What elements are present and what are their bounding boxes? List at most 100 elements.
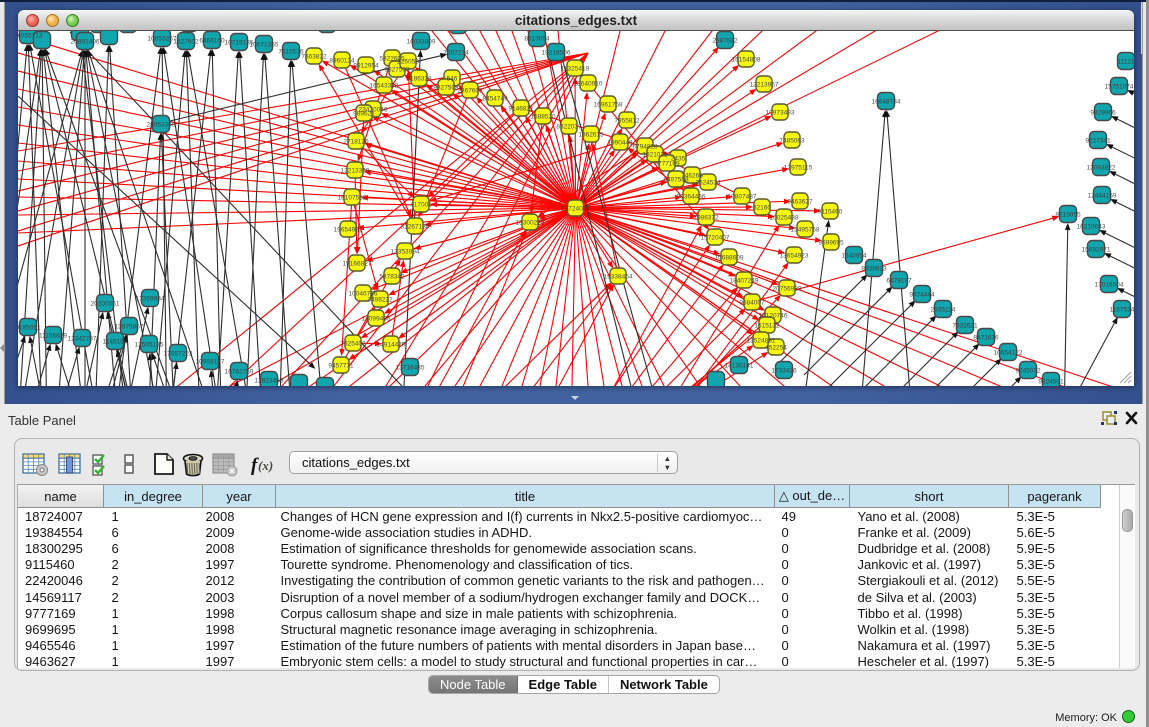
svg-text:19654982: 19654982 bbox=[334, 227, 363, 234]
svg-text:9457771: 9457771 bbox=[328, 363, 354, 370]
svg-text:8322037: 8322037 bbox=[556, 124, 582, 131]
svg-text:226058: 226058 bbox=[397, 59, 419, 66]
svg-text:9827503: 9827503 bbox=[384, 67, 410, 74]
svg-text:15300273: 15300273 bbox=[516, 220, 545, 227]
svg-text:16543382: 16543382 bbox=[370, 83, 399, 90]
svg-text:8471676: 8471676 bbox=[973, 335, 999, 342]
svg-text:10958177: 10958177 bbox=[196, 359, 225, 366]
svg-text:17957223: 17957223 bbox=[164, 351, 193, 358]
svg-text:9227341: 9227341 bbox=[1085, 138, 1111, 145]
svg-text:8813054: 8813054 bbox=[524, 36, 550, 43]
svg-text:1145194: 1145194 bbox=[103, 339, 128, 346]
svg-text:19338454: 19338454 bbox=[604, 274, 633, 281]
svg-text:9777169: 9777169 bbox=[654, 161, 680, 168]
svg-text:10671355: 10671355 bbox=[250, 42, 279, 49]
svg-text:9146821: 9146821 bbox=[508, 106, 534, 113]
svg-text:7955812: 7955812 bbox=[614, 118, 640, 125]
svg-text:9463627: 9463627 bbox=[787, 199, 813, 206]
svg-text:2935114: 2935114 bbox=[931, 307, 956, 314]
svg-text:18107552: 18107552 bbox=[338, 195, 367, 202]
svg-text:9115460: 9115460 bbox=[818, 209, 843, 216]
svg-text:9699695: 9699695 bbox=[818, 240, 844, 247]
svg-text:10688609: 10688609 bbox=[715, 255, 744, 262]
svg-text:13524851: 13524851 bbox=[747, 338, 776, 345]
svg-text:9474444: 9474444 bbox=[909, 292, 935, 299]
svg-text:12444159: 12444159 bbox=[1088, 193, 1117, 200]
svg-text:18724007: 18724007 bbox=[561, 206, 590, 213]
svg-text:9185051: 9185051 bbox=[18, 325, 41, 332]
svg-text:8960124: 8960124 bbox=[329, 58, 355, 65]
svg-text:9245032: 9245032 bbox=[1015, 368, 1041, 375]
svg-text:1362615: 1362615 bbox=[578, 132, 604, 139]
svg-text:1588520: 1588520 bbox=[530, 114, 556, 121]
svg-text:(x): (x) bbox=[258, 458, 273, 473]
svg-text:12342737: 12342737 bbox=[68, 336, 97, 343]
svg-text:18640910: 18640910 bbox=[574, 81, 603, 88]
svg-text:10973493: 10973493 bbox=[766, 110, 795, 117]
svg-text:15751074: 15751074 bbox=[1105, 84, 1134, 91]
svg-text:12093822: 12093822 bbox=[1087, 165, 1116, 172]
svg-text:9329966: 9329966 bbox=[1090, 110, 1116, 117]
svg-text:16210643: 16210643 bbox=[1077, 224, 1106, 231]
svg-text:452254: 452254 bbox=[765, 345, 787, 352]
svg-text:8938923: 8938923 bbox=[861, 266, 887, 273]
svg-text:11325419: 11325419 bbox=[561, 66, 590, 73]
svg-text:3498222: 3498222 bbox=[367, 297, 393, 304]
svg-text:9327508: 9327508 bbox=[433, 85, 459, 92]
svg-text:14914479: 14914479 bbox=[377, 342, 406, 349]
svg-text:7986372: 7986372 bbox=[693, 215, 719, 222]
svg-text:15692971: 15692971 bbox=[1082, 247, 1111, 254]
svg-text:7515536: 7515536 bbox=[278, 49, 304, 56]
svg-text:7625402: 7625402 bbox=[340, 341, 366, 348]
svg-text:417006: 417006 bbox=[410, 202, 432, 209]
svg-text:7485063: 7485063 bbox=[779, 138, 805, 145]
svg-text:13654923: 13654923 bbox=[780, 253, 809, 260]
svg-text:20200551: 20200551 bbox=[91, 301, 120, 308]
svg-text:14130141: 14130141 bbox=[725, 363, 754, 370]
svg-text:10807487: 10807487 bbox=[728, 194, 757, 201]
svg-text:16154808: 16154808 bbox=[732, 57, 761, 64]
svg-text:13716485: 13716485 bbox=[396, 365, 425, 372]
svg-text:19218506: 19218506 bbox=[542, 50, 571, 57]
svg-text:2687682: 2687682 bbox=[712, 38, 738, 45]
svg-text:989621: 989621 bbox=[353, 111, 375, 118]
svg-text:3624534: 3624534 bbox=[695, 180, 721, 187]
svg-text:2367608: 2367608 bbox=[457, 88, 483, 95]
svg-text:14099485: 14099485 bbox=[362, 316, 391, 323]
svg-text:2718126: 2718126 bbox=[343, 139, 369, 146]
svg-text:6479197: 6479197 bbox=[886, 278, 912, 285]
svg-text:11156829: 11156829 bbox=[39, 333, 67, 340]
svg-text:13975867: 13975867 bbox=[115, 324, 144, 331]
svg-text:8215955: 8215955 bbox=[1055, 212, 1081, 219]
svg-text:1167534: 1167534 bbox=[1110, 307, 1134, 314]
svg-text:17016504: 17016504 bbox=[1095, 282, 1124, 289]
svg-text:1527602: 1527602 bbox=[173, 39, 199, 46]
svg-text:15720407: 15720407 bbox=[701, 235, 730, 242]
svg-text:20756928: 20756928 bbox=[773, 286, 802, 293]
svg-text:6497568: 6497568 bbox=[663, 177, 689, 184]
svg-text:7632621: 7632621 bbox=[952, 323, 978, 330]
svg-text:31267130: 31267130 bbox=[401, 224, 430, 231]
svg-text:8186328: 8186328 bbox=[406, 76, 432, 83]
svg-text:12213967: 12213967 bbox=[750, 82, 779, 89]
svg-text:10025438: 10025438 bbox=[770, 215, 799, 222]
svg-text:9684007: 9684007 bbox=[739, 300, 765, 307]
svg-text:13495768: 13495768 bbox=[791, 227, 820, 234]
svg-text:10654122: 10654122 bbox=[994, 350, 1023, 357]
svg-text:20891406: 20891406 bbox=[71, 39, 100, 46]
svg-text:5878342: 5878342 bbox=[379, 274, 405, 281]
svg-text:12213369: 12213369 bbox=[341, 168, 370, 175]
svg-text:546: 546 bbox=[447, 76, 458, 83]
svg-text:16782759: 16782759 bbox=[225, 369, 254, 376]
svg-text:16033809: 16033809 bbox=[407, 39, 436, 46]
svg-text:1615132: 1615132 bbox=[754, 323, 780, 330]
svg-text:13353994: 13353994 bbox=[391, 249, 420, 256]
svg-text:12923468: 12923468 bbox=[255, 378, 284, 385]
svg-text:12505135: 12505135 bbox=[135, 342, 164, 349]
svg-text:1990448: 1990448 bbox=[607, 140, 633, 147]
svg-text:16648784: 16648784 bbox=[872, 99, 901, 106]
svg-text:16961758: 16961758 bbox=[594, 102, 623, 109]
svg-text:12975115: 12975115 bbox=[784, 165, 813, 172]
svg-text:11121: 11121 bbox=[1117, 59, 1134, 66]
svg-text:20364436: 20364436 bbox=[677, 194, 706, 201]
